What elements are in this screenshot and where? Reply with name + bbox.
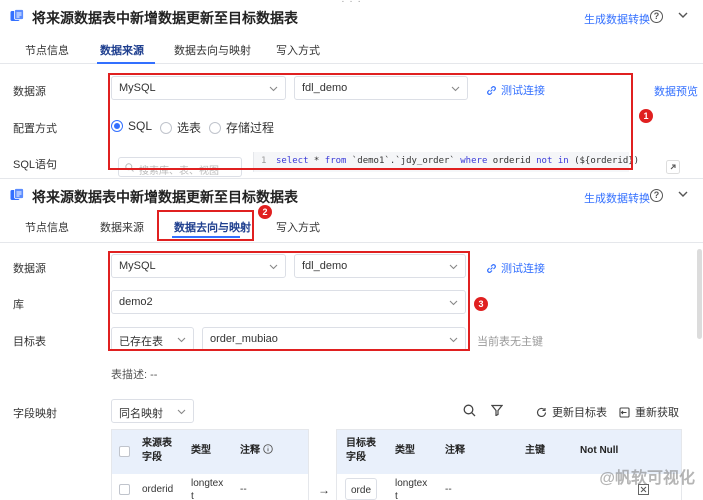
panel-title: 将来源数据表中新增数据更新至目标数据表 [32,10,298,26]
panel-header: 将来源数据表中新增数据更新至目标数据表 生成数据转换 ? [0,179,703,213]
tab-write-mode[interactable]: 写入方式 [276,219,320,235]
table-header: 来源表 字段 类型 注释 [112,430,308,474]
source-field-name: orderid [142,484,174,495]
tab-node-info[interactable]: 节点信息 [25,219,69,235]
scrollbar[interactable] [697,249,702,339]
column-header: 目标表 字段 [346,438,376,463]
link-icon [487,264,496,273]
column-header: 主键 [525,445,545,456]
db-label: 库 [13,299,24,311]
highlight-box-1 [108,73,633,170]
highlight-box-2 [157,210,254,241]
tab-node-info[interactable]: 节点信息 [25,42,69,58]
database-node-icon [10,9,24,21]
source-field-comment: -- [240,484,247,495]
tab-data-source[interactable]: 数据来源 [100,42,144,58]
column-header: 类型 [191,445,211,456]
chevron-down-icon[interactable] [677,9,689,21]
step-badge-2: 2 [258,205,272,219]
target-field-name: orde [351,485,372,496]
search-icon[interactable] [463,404,476,417]
mapping-arrow: → [318,483,330,497]
chevron-down-icon [177,409,186,415]
panel-title: 将来源数据表中新增数据更新至目标数据表 [32,189,298,205]
mapping-mode-value: 同名映射 [119,408,163,420]
target-field-input[interactable]: orde [345,478,377,500]
source-field-type: longtex t [191,478,224,500]
select-all-checkbox[interactable] [119,446,130,457]
generate-transform-link[interactable]: 生成数据转换 [584,11,650,27]
test-connection-label: 测试连接 [501,263,545,275]
tab-bar: 节点信息 数据来源 数据去向与映射 写入方式 [0,209,703,243]
config-mode-label: 配置方式 [13,123,57,135]
datasource-label: 数据源 [13,263,46,275]
refetch-button[interactable]: 重新获取 [619,404,679,420]
column-header-label: 注释 [240,445,260,456]
refresh-target-label: 更新目标表 [552,407,607,419]
target-table-label: 目标表 [13,336,46,348]
tab-bar: 节点信息 数据来源 数据去向与映射 写入方式 [0,34,703,64]
top-panel: · · · 将来源数据表中新增数据更新至目标数据表 生成数据转换 ? 节点信息 … [0,0,703,178]
help-icon[interactable]: ? [650,10,663,23]
tab-destination-mapping[interactable]: 数据去向与映射 [174,42,251,58]
target-field-comment: -- [445,484,452,495]
field-mapping-label: 字段映射 [13,408,57,420]
filter-icon[interactable] [491,404,503,416]
expand-icon[interactable] [666,160,680,174]
highlight-box-3 [108,251,470,351]
step-badge-3: 3 [474,297,488,311]
datasource-label: 数据源 [13,86,46,98]
refetch-icon [619,407,630,418]
watermark: @帆软可视化 [599,470,695,487]
column-header: 注释 [445,445,465,456]
mapping-mode-select[interactable]: 同名映射 [111,399,194,423]
target-field-type: longtex t [395,478,428,500]
step-badge-1: 1 [639,109,653,123]
no-primary-key-note: 当前表无主键 [477,336,543,348]
table-row[interactable]: orderid longtex t -- [112,474,308,500]
chevron-down-icon[interactable] [677,188,689,200]
column-header: 类型 [395,445,415,456]
column-header: 注释 [240,444,273,458]
panel-header: 将来源数据表中新增数据更新至目标数据表 生成数据转换 ? [0,0,703,34]
row-checkbox[interactable] [119,484,130,495]
generate-transform-link[interactable]: 生成数据转换 [584,190,650,206]
tab-write-mode[interactable]: 写入方式 [276,42,320,58]
refresh-icon [536,407,547,417]
help-icon[interactable]: ? [650,189,663,202]
refresh-target-button[interactable]: 更新目标表 [536,404,607,420]
bottom-panel: · · · 将来源数据表中新增数据更新至目标数据表 生成数据转换 ? 节点信息 … [0,178,703,500]
data-preview-link[interactable]: 数据预览 [654,83,698,99]
info-icon[interactable] [263,444,273,454]
column-header: Not Null [580,445,619,456]
refetch-label: 重新获取 [635,407,679,419]
source-field-table: 来源表 字段 类型 注释 orderid longtex t -- [111,429,309,500]
test-connection-link[interactable]: 测试连接 [486,260,545,276]
table-description: 表描述: -- [111,369,158,381]
tab-data-source[interactable]: 数据来源 [100,219,144,235]
database-node-icon [10,188,24,200]
column-header: 来源表 字段 [142,438,172,463]
active-tab-indicator [97,62,155,64]
sql-statement-label: SQL语句 [13,159,58,171]
